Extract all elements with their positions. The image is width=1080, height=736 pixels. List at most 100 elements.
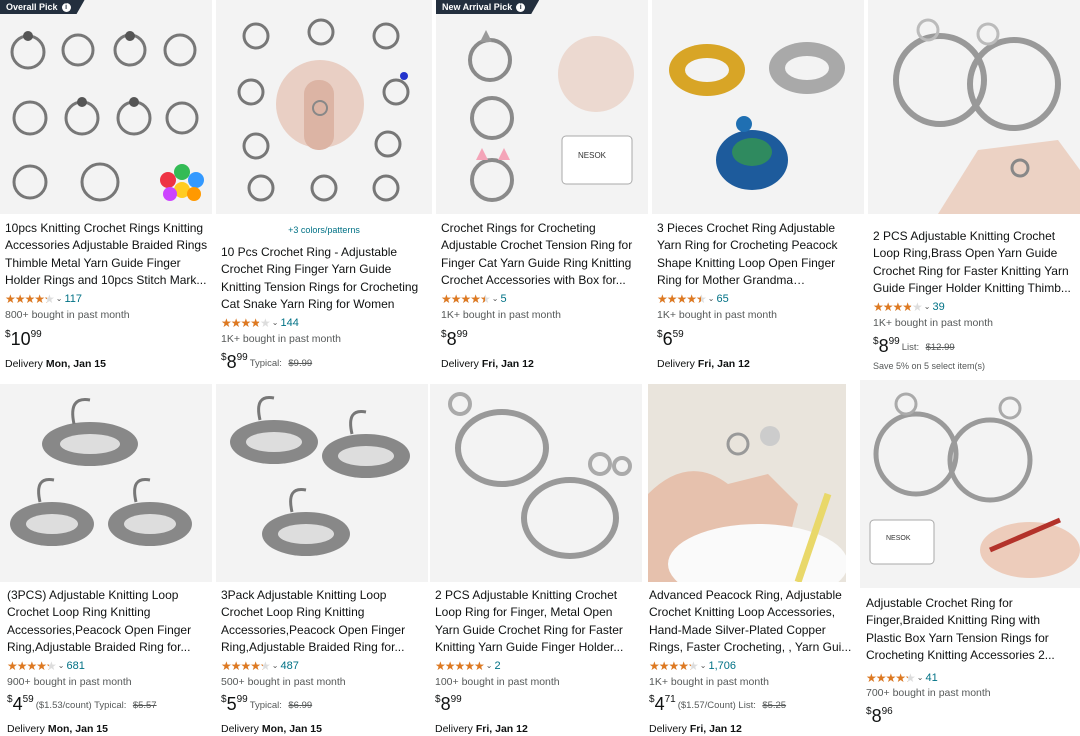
product-image[interactable] bbox=[430, 384, 642, 582]
chevron-down-icon[interactable]: ⌄ bbox=[708, 294, 715, 303]
product-title[interactable]: 10pcs Knitting Crochet Rings Knitting Ac… bbox=[5, 220, 209, 290]
price[interactable]: $899 bbox=[441, 329, 468, 350]
product-rating[interactable]: ★★★★★★★★★★⌄39 bbox=[873, 301, 945, 314]
product-image[interactable] bbox=[216, 0, 432, 214]
price[interactable]: $659 bbox=[657, 329, 684, 350]
delivery-info: Delivery Fri, Jan 12 bbox=[435, 723, 528, 735]
product-rating[interactable]: ★★★★★★★★★★⌄117 bbox=[5, 293, 82, 306]
save-coupon[interactable]: Save 5% on 5 select item(s) bbox=[873, 361, 985, 371]
star-rating: ★★★★★★★★★★ bbox=[649, 659, 699, 673]
product-title[interactable]: (3PCS) Adjustable Knitting Loop Crochet … bbox=[7, 587, 211, 657]
product-card[interactable]: 2 PCS Adjustable Knitting Crochet Loop R… bbox=[430, 384, 642, 736]
star-rating: ★★★★★★★★★★ bbox=[873, 300, 923, 314]
product-card[interactable]: Advanced Peacock Ring, Adjustable Croche… bbox=[644, 384, 858, 736]
chevron-down-icon[interactable]: ⌄ bbox=[486, 661, 493, 670]
review-count[interactable]: 681 bbox=[67, 660, 85, 672]
chevron-down-icon[interactable]: ⌄ bbox=[58, 661, 65, 670]
bought-count: 1K+ bought in past month bbox=[657, 309, 777, 321]
product-card[interactable]: Overall Pick i 10pcs Knitting Crochet Rin… bbox=[0, 0, 212, 380]
bought-count: 800+ bought in past month bbox=[5, 309, 130, 321]
price[interactable]: $1099 bbox=[5, 329, 42, 350]
review-count[interactable]: 5 bbox=[501, 293, 507, 305]
price[interactable]: $896 bbox=[866, 706, 893, 727]
product-rating[interactable]: ★★★★★ ★★★★★ ⌄ 2 bbox=[435, 660, 501, 673]
review-count[interactable]: 1,706 bbox=[709, 660, 737, 672]
review-count[interactable]: 487 bbox=[281, 660, 299, 672]
bought-count: 900+ bought in past month bbox=[7, 676, 132, 688]
product-image[interactable]: Overall Pick i bbox=[0, 0, 212, 214]
info-icon[interactable]: i bbox=[62, 3, 71, 12]
review-count[interactable]: 65 bbox=[717, 293, 729, 305]
star-rating: ★★★★★★★★★★ bbox=[221, 659, 271, 673]
chevron-down-icon[interactable]: ⌄ bbox=[272, 318, 279, 327]
product-rating[interactable]: ★★★★★★★★★★⌄5 bbox=[441, 293, 507, 306]
price[interactable]: $899Typical: $9.99 bbox=[221, 352, 312, 373]
overall-pick-badge[interactable]: Overall Pick i bbox=[0, 0, 85, 14]
info-icon[interactable]: i bbox=[516, 3, 525, 12]
product-image[interactable] bbox=[652, 0, 864, 214]
bought-count: 1K+ bought in past month bbox=[873, 317, 993, 329]
review-count[interactable]: 117 bbox=[65, 293, 83, 305]
product-image[interactable] bbox=[216, 384, 428, 582]
product-title[interactable]: 3Pack Adjustable Knitting Loop Crochet L… bbox=[221, 587, 425, 657]
product-rating[interactable]: ★★★★★★★★★★⌄487 bbox=[221, 660, 299, 673]
product-card[interactable]: (3PCS) Adjustable Knitting Loop Crochet … bbox=[0, 384, 212, 736]
star-rating: ★★★★★★★★★★ bbox=[435, 659, 485, 673]
delivery-info: Delivery Fri, Jan 12 bbox=[441, 358, 534, 370]
price[interactable]: $899 bbox=[435, 694, 462, 715]
product-rating[interactable]: ★★★★★★★★★★⌄144 bbox=[221, 317, 299, 330]
product-image[interactable] bbox=[648, 384, 846, 582]
bought-count: 1K+ bought in past month bbox=[649, 676, 769, 688]
product-card[interactable]: 3 Pieces Crochet Ring Adjustable Yarn Ri… bbox=[652, 0, 864, 380]
price[interactable]: $599Typical: $6.99 bbox=[221, 694, 312, 715]
product-image[interactable] bbox=[868, 0, 1080, 214]
product-title[interactable]: Crochet Rings for Crocheting Adjustable … bbox=[441, 220, 645, 290]
new-arrival-pick-badge[interactable]: New Arrival Pick i bbox=[436, 0, 539, 14]
product-rating[interactable]: ★★★★★★★★★★⌄41 bbox=[866, 672, 938, 685]
product-title[interactable]: 3 Pieces Crochet Ring Adjustable Yarn Ri… bbox=[657, 220, 861, 290]
product-image[interactable]: NESOK bbox=[860, 380, 1080, 588]
color-variants-link[interactable]: +3 colors/patterns bbox=[216, 225, 432, 235]
product-title[interactable]: 10 Pcs Crochet Ring - Adjustable Crochet… bbox=[221, 244, 427, 314]
product-card[interactable]: 3Pack Adjustable Knitting Loop Crochet L… bbox=[216, 384, 428, 736]
price[interactable]: $899List: $12.99 bbox=[873, 336, 955, 357]
chevron-down-icon[interactable]: ⌄ bbox=[917, 673, 924, 682]
delivery-info: Delivery Mon, Jan 15 bbox=[5, 358, 106, 370]
star-rating: ★★★★★★★★★★ bbox=[866, 671, 916, 685]
star-rating: ★★★★★★★★★★ bbox=[221, 316, 271, 330]
delivery-info: Delivery Fri, Jan 12 bbox=[657, 358, 750, 370]
bought-count: 100+ bought in past month bbox=[435, 676, 560, 688]
review-count[interactable]: 41 bbox=[926, 672, 938, 684]
star-rating: ★★★★★★★★★★ bbox=[657, 292, 707, 306]
chevron-down-icon[interactable]: ⌄ bbox=[700, 661, 707, 670]
product-title[interactable]: 2 PCS Adjustable Knitting Crochet Loop R… bbox=[435, 587, 639, 657]
product-title[interactable]: Adjustable Crochet Ring for Finger,Braid… bbox=[866, 595, 1074, 665]
price[interactable]: $459($1.53/count) Typical: $5.57 bbox=[7, 694, 157, 715]
product-card[interactable]: 2 PCS Adjustable Knitting Crochet Loop R… bbox=[868, 0, 1080, 380]
chevron-down-icon[interactable]: ⌄ bbox=[56, 294, 63, 303]
product-image[interactable] bbox=[0, 384, 212, 582]
delivery-info: Delivery Mon, Jan 15 bbox=[7, 723, 108, 735]
chevron-down-icon[interactable]: ⌄ bbox=[272, 661, 279, 670]
review-count[interactable]: 39 bbox=[933, 301, 945, 313]
review-count[interactable]: 2 bbox=[495, 660, 501, 672]
product-rating[interactable]: ★★★★★★★★★★⌄1,706 bbox=[649, 660, 736, 673]
bought-count: 1K+ bought in past month bbox=[221, 333, 341, 345]
chevron-down-icon[interactable]: ⌄ bbox=[924, 302, 931, 311]
chevron-down-icon[interactable]: ⌄ bbox=[492, 294, 499, 303]
product-card[interactable]: NESOK New Arrival Pick i Crochet Rings fo… bbox=[436, 0, 648, 380]
product-title[interactable]: 2 PCS Adjustable Knitting Crochet Loop R… bbox=[873, 228, 1077, 298]
bought-count: 1K+ bought in past month bbox=[441, 309, 561, 321]
review-count[interactable]: 144 bbox=[281, 317, 299, 329]
product-rating[interactable]: ★★★★★★★★★★⌄681 bbox=[7, 660, 85, 673]
delivery-info: Delivery Mon, Jan 15 bbox=[221, 723, 322, 735]
product-card[interactable]: +3 colors/patterns 10 Pcs Crochet Ring -… bbox=[216, 0, 432, 380]
delivery-info: Delivery Fri, Jan 12 bbox=[649, 723, 742, 735]
svg-text:NESOK: NESOK bbox=[886, 535, 911, 542]
product-title[interactable]: Advanced Peacock Ring, Adjustable Croche… bbox=[649, 587, 853, 657]
product-card[interactable]: NESOK Adjustable Crochet Ring for Finger… bbox=[860, 380, 1080, 736]
star-rating: ★★★★★★★★★★ bbox=[7, 659, 57, 673]
price[interactable]: $471($1.57/Count) List: $5.25 bbox=[649, 694, 786, 715]
product-rating[interactable]: ★★★★★★★★★★⌄65 bbox=[657, 293, 729, 306]
product-image[interactable]: NESOK New Arrival Pick i bbox=[436, 0, 648, 214]
